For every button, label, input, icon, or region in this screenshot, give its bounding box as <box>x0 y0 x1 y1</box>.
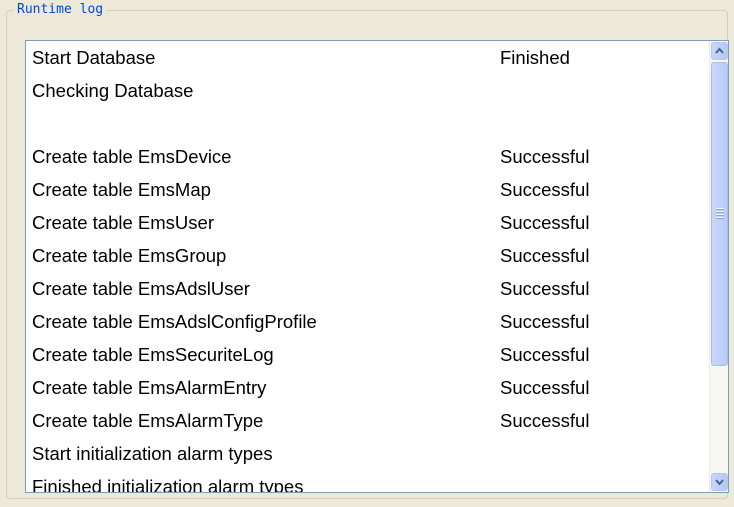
log-entry-text: Create table EmsSecuriteLog <box>32 344 274 365</box>
log-entry-text: Create table EmsGroup <box>32 245 227 266</box>
log-entry-text: Create table EmsAlarmType <box>32 410 264 431</box>
log-row[interactable]: Start initialization alarm types <box>26 437 709 470</box>
log-entry-status: Successful <box>500 245 590 266</box>
log-entry-text: Checking Database <box>32 80 194 101</box>
grip-icon <box>716 208 724 219</box>
log-entry-status: Successful <box>500 311 590 332</box>
log-entry-text: Create table EmsDevice <box>32 146 232 167</box>
log-row[interactable]: Finished initialization alarm types <box>26 470 709 492</box>
log-entry-text: Start initialization alarm types <box>32 443 273 464</box>
log-entry-status: Successful <box>500 146 590 167</box>
log-entry-text: Create table EmsAdslUser <box>32 278 250 299</box>
log-row[interactable]: Create table EmsGroup Successful <box>26 239 709 272</box>
runtime-log-title: Runtime log <box>14 2 107 18</box>
log-entry-status: Successful <box>500 377 590 398</box>
log-entry-status: Successful <box>500 410 590 431</box>
log-entry-status: Finished <box>500 47 570 68</box>
runtime-log-list[interactable]: Start Database Finished Checking Database C… <box>25 40 729 493</box>
chevron-down-icon <box>715 479 724 486</box>
log-entry-status: Successful <box>500 212 590 233</box>
log-entry-status: Successful <box>500 278 590 299</box>
log-row[interactable]: Create table EmsAdslConfigProfile Success… <box>26 305 709 338</box>
log-row[interactable]: Start Database Finished <box>26 41 709 74</box>
log-entry-text: Create table EmsUser <box>32 212 214 233</box>
vertical-scrollbar[interactable] <box>709 41 728 492</box>
log-rows: Start Database Finished Checking Database C… <box>26 41 709 492</box>
log-entry-status: Successful <box>500 344 590 365</box>
log-row[interactable]: Create table EmsMap Successful <box>26 173 709 206</box>
log-row[interactable]: Create table EmsAlarmEntry Successful <box>26 371 709 404</box>
log-entry-text: Create table EmsAdslConfigProfile <box>32 311 317 332</box>
chevron-up-icon <box>715 47 724 54</box>
scrollbar-thumb[interactable] <box>711 62 728 366</box>
log-entry-text: Create table EmsAlarmEntry <box>32 377 267 398</box>
log-entry-text: Start Database <box>32 47 156 68</box>
log-entry-status: Successful <box>500 179 590 200</box>
log-row[interactable]: Create table EmsSecuriteLog Successful <box>26 338 709 371</box>
log-entry-text: Create table EmsMap <box>32 179 211 200</box>
log-row[interactable]: Create table EmsUser Successful <box>26 206 709 239</box>
scroll-up-button[interactable] <box>711 42 728 60</box>
log-row[interactable]: Create table EmsAdslUser Successful <box>26 272 709 305</box>
scroll-down-button[interactable] <box>711 473 728 491</box>
log-row[interactable] <box>26 107 709 140</box>
log-row[interactable]: Checking Database <box>26 74 709 107</box>
log-row[interactable]: Create table EmsDevice Successful <box>26 140 709 173</box>
log-entry-text: Finished initialization alarm types <box>32 476 304 492</box>
log-row[interactable]: Create table EmsAlarmType Successful <box>26 404 709 437</box>
